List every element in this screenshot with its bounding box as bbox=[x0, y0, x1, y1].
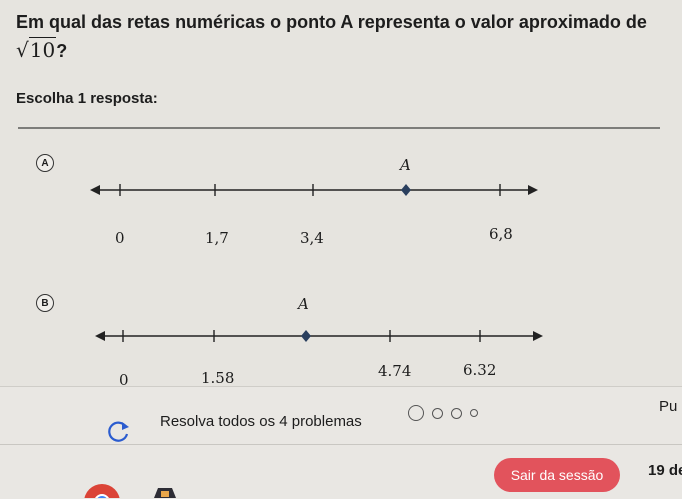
progress-dot bbox=[432, 407, 443, 419]
date-text: 19 de bbox=[648, 462, 682, 479]
progress-dot bbox=[470, 409, 478, 417]
option-a-point-label: A bbox=[400, 156, 411, 174]
option-a-tick-label: 6,8 bbox=[489, 225, 513, 243]
resolve-all-problems: Resolva todos os 4 problemas bbox=[160, 413, 362, 430]
right-arrow-icon bbox=[533, 331, 543, 341]
option-b-tick-label: 6.32 bbox=[463, 361, 497, 379]
app-icon bbox=[154, 488, 176, 498]
option-b-letter[interactable]: B bbox=[36, 294, 54, 312]
choose-answer-prompt: Escolha 1 resposta: bbox=[16, 90, 158, 107]
number-line-a bbox=[90, 184, 538, 196]
right-arrow-icon bbox=[528, 185, 538, 195]
option-b-tick-label: 1.58 bbox=[201, 369, 235, 387]
logout-button[interactable]: Sair da sessão bbox=[494, 458, 620, 492]
option-a-tick-label: 1,7 bbox=[205, 229, 229, 247]
progress-dot bbox=[451, 407, 462, 419]
progress-dot bbox=[408, 405, 424, 421]
number-line-b bbox=[95, 330, 543, 342]
progress-dots bbox=[408, 405, 478, 421]
restart-arrow-icon[interactable] bbox=[106, 418, 132, 444]
sqrt-expression: √10 bbox=[16, 37, 57, 62]
question-main: Em qual das retas numéricas o ponto A re… bbox=[16, 12, 647, 32]
option-a-tick-label: 3,4 bbox=[300, 229, 324, 247]
question-text: Em qual das retas numéricas o ponto A re… bbox=[16, 8, 676, 65]
point-a-marker bbox=[401, 184, 411, 196]
option-a-tick-label: 0 bbox=[115, 229, 125, 247]
option-a-letter[interactable]: A bbox=[36, 154, 54, 172]
left-arrow-icon bbox=[90, 185, 100, 195]
chrome-logo-icon bbox=[84, 484, 120, 498]
footer-divider bbox=[0, 444, 682, 445]
pu-button-partial[interactable]: Pu bbox=[659, 398, 677, 415]
option-b-point-label: A bbox=[298, 295, 309, 313]
separator bbox=[18, 127, 660, 129]
question-suffix: ? bbox=[56, 41, 68, 61]
left-arrow-icon bbox=[95, 331, 105, 341]
option-b-tick-label: 4.74 bbox=[378, 362, 412, 380]
point-a-marker bbox=[301, 330, 311, 342]
radicand: 10 bbox=[28, 37, 57, 62]
